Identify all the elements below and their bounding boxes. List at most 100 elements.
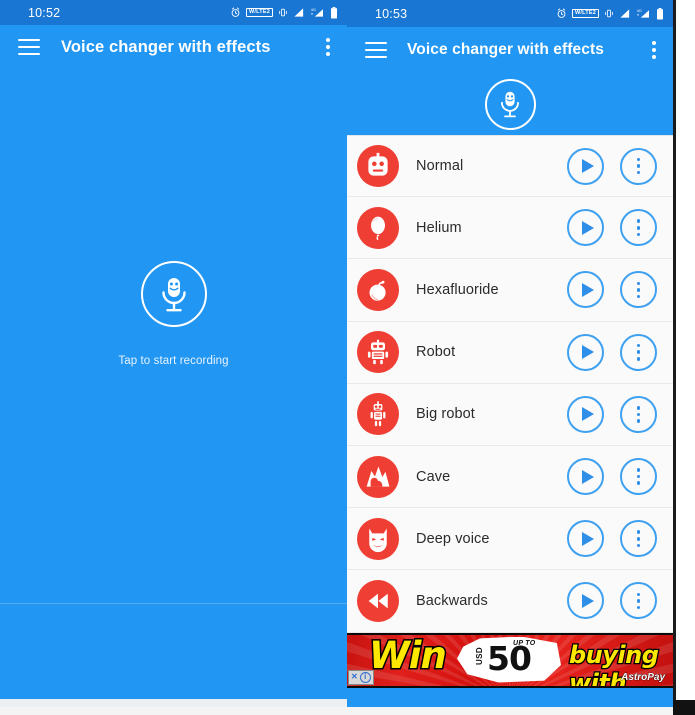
more-options-button[interactable] <box>620 395 657 433</box>
play-icon <box>581 220 594 235</box>
effect-name: Backwards <box>416 592 488 609</box>
signal-bars-icon <box>294 8 304 17</box>
status-icon-group: W/LTE2 4G <box>230 6 338 19</box>
effect-name: Cave <box>416 468 451 485</box>
play-icon <box>581 531 594 546</box>
play-button[interactable] <box>567 458 604 496</box>
more-options-button[interactable] <box>620 333 657 371</box>
kebab-menu-icon <box>636 530 641 548</box>
play-icon <box>581 407 594 422</box>
ad-amount: 50 <box>487 638 532 678</box>
record-mic-button[interactable] <box>140 261 207 327</box>
microphone-face-icon <box>501 91 519 118</box>
play-button[interactable] <box>567 147 604 185</box>
right-app-bar: Voice changer with effects <box>347 27 673 73</box>
info-icon[interactable]: i <box>359 671 371 683</box>
page-title: Voice changer with effects <box>407 41 604 58</box>
play-button[interactable] <box>567 395 604 433</box>
effect-name: Normal <box>416 158 464 175</box>
status-clock: 10:53 <box>375 6 408 21</box>
ad-banner[interactable]: Win UP TO USD 50 buying with AstroPay ✕ … <box>347 632 673 688</box>
list-item[interactable]: Helium <box>347 197 673 260</box>
vibrate-icon <box>605 9 613 18</box>
left-phone-panel: 10:52 W/LTE2 4G Voice changer with effec… <box>0 0 347 707</box>
ad-close-group[interactable]: ✕ i <box>348 669 374 685</box>
more-options-button[interactable] <box>620 271 657 309</box>
robot-face-icon <box>357 145 399 188</box>
left-bottom-strip <box>0 699 347 707</box>
signal-4g-icon: 4G <box>637 9 649 18</box>
ad-brand-logo: AstroPay <box>621 671 666 683</box>
left-panel-body: Tap to start recording <box>0 69 347 707</box>
effect-name: Helium <box>416 219 462 236</box>
kebab-menu-icon <box>636 219 641 237</box>
hamburger-icon[interactable] <box>18 39 40 55</box>
ad-headline: Win <box>368 633 449 679</box>
kebab-menu-icon <box>636 281 641 299</box>
alarm-icon <box>231 7 240 17</box>
play-button[interactable] <box>567 520 604 558</box>
page-title: Voice changer with effects <box>61 37 271 56</box>
right-edge-background <box>676 0 695 700</box>
vibrate-icon <box>279 8 287 17</box>
hamburger-icon[interactable] <box>365 42 387 58</box>
play-button[interactable] <box>567 333 604 371</box>
page-bottom-bar <box>0 707 695 715</box>
kebab-menu-icon[interactable] <box>326 38 330 56</box>
list-item[interactable]: Normal <box>347 135 673 198</box>
status-icon-group: W/LTE2 4G <box>556 7 664 20</box>
right-status-bar: 10:53 W/LTE2 4G <box>347 0 673 27</box>
play-button[interactable] <box>567 582 604 620</box>
record-mic-button[interactable] <box>484 78 536 130</box>
kebab-menu-icon <box>636 468 641 485</box>
play-icon <box>581 159 594 174</box>
kebab-menu-icon <box>636 592 641 610</box>
more-options-button[interactable] <box>620 147 657 185</box>
left-app-bar: Voice changer with effects <box>0 25 347 69</box>
play-icon <box>581 469 594 484</box>
right-phone-panel: 10:53 W/LTE2 4G Voice changer with effec… <box>347 0 676 711</box>
play-button[interactable] <box>567 271 604 309</box>
microphone-face-icon <box>161 278 186 312</box>
big-robot-icon <box>357 393 399 436</box>
kebab-menu-icon <box>636 157 641 175</box>
svg-text:4G: 4G <box>311 8 316 12</box>
rewind-icon <box>357 579 399 622</box>
page-bottom-dark-corner <box>673 700 695 715</box>
robot-body-icon <box>357 331 399 374</box>
kebab-menu-icon <box>636 343 641 361</box>
more-options-button[interactable] <box>620 458 657 496</box>
play-button[interactable] <box>567 209 604 247</box>
play-icon <box>581 345 594 360</box>
more-options-button[interactable] <box>620 582 657 620</box>
effects-list: Normal Helium Hexafluoride Robot Big rob… <box>347 135 673 633</box>
list-item[interactable]: Big robot <box>347 383 673 446</box>
ad-currency-label: USD <box>475 646 484 665</box>
list-item[interactable]: Backwards <box>347 570 673 633</box>
battery-icon <box>331 6 337 18</box>
list-item[interactable]: Robot <box>347 321 673 384</box>
screenshot-root: 10:52 W/LTE2 4G Voice changer with effec… <box>0 0 695 715</box>
devil-mask-icon <box>357 517 399 560</box>
list-item[interactable]: Deep voice <box>347 508 673 571</box>
list-item[interactable]: Cave <box>347 445 673 509</box>
play-icon <box>581 593 594 608</box>
close-icon[interactable]: ✕ <box>351 673 358 681</box>
left-status-bar: 10:52 W/LTE2 4G <box>0 0 347 25</box>
record-button-group: Tap to start recording <box>0 261 347 367</box>
record-hint-text: Tap to start recording <box>118 355 229 367</box>
more-options-button[interactable] <box>620 520 657 558</box>
battery-icon <box>657 7 663 19</box>
effect-name: Big robot <box>416 406 475 423</box>
list-item[interactable]: Hexafluoride <box>347 259 673 322</box>
bomb-icon <box>357 268 399 311</box>
volte-badge: W/LTE2 <box>572 8 599 19</box>
signal-bars-icon <box>620 9 630 18</box>
status-clock: 10:52 <box>28 5 61 20</box>
svg-text:4G: 4G <box>637 9 642 13</box>
more-options-button[interactable] <box>620 209 657 247</box>
volte-badge: W/LTE2 <box>246 7 273 18</box>
kebab-menu-icon[interactable] <box>652 41 656 59</box>
effect-name: Robot <box>416 344 456 361</box>
signal-4g-icon: 4G <box>311 8 323 17</box>
